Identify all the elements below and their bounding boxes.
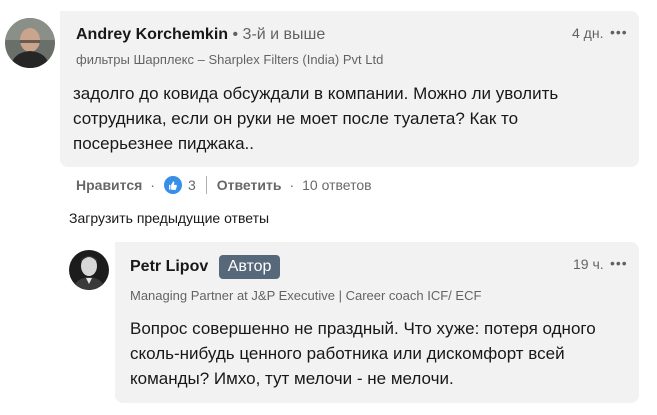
author-name[interactable]: Petr Lipov [130, 258, 208, 275]
replies-count[interactable]: 10 ответов [302, 177, 371, 193]
comment-author-line: Petr Lipov Автор [130, 255, 281, 279]
author-headline: фильтры Шарплекс – Sharplex Filters (Ind… [76, 52, 384, 67]
comment-actions: Нравится · 3 Ответить · 10 ответов [76, 175, 372, 195]
author-name[interactable]: Andrey Korchemkin [76, 26, 228, 43]
connection-degree: • 3-й и выше [232, 26, 326, 43]
comment-bubble-andrey: Andrey Korchemkin • 3-й и выше фильтры Ш… [60, 11, 639, 167]
like-reaction-icon [162, 175, 183, 195]
more-options-icon[interactable]: ••• [610, 24, 628, 40]
more-options-icon[interactable]: ••• [610, 255, 628, 271]
comment-timestamp: 4 дн. [572, 25, 604, 41]
author-badge: Автор [218, 255, 281, 279]
divider [205, 176, 207, 194]
comment-text: задолго до ковида обсуждали в компании. … [73, 84, 559, 153]
comment-timestamp: 19 ч. [573, 256, 604, 272]
author-headline: Managing Partner at J&P Executive | Care… [130, 288, 482, 303]
load-previous-replies-button[interactable]: Загрузить предыдущие ответы [69, 210, 269, 226]
avatar-photo [5, 18, 55, 68]
reply-button[interactable]: Ответить [217, 177, 282, 193]
avatar-photo [69, 250, 109, 290]
comment-text: Вопрос совершенно не праздный. Что хуже:… [130, 319, 596, 388]
comment-author-line: Andrey Korchemkin • 3-й и выше [76, 26, 325, 44]
separator-dot: · [150, 177, 155, 193]
like-button[interactable]: Нравится [76, 177, 142, 193]
comment-bubble-petr: Petr Lipov Автор Managing Partner at J&P… [115, 242, 639, 403]
avatar-petr[interactable] [69, 250, 109, 290]
like-count[interactable]: 3 [188, 177, 196, 193]
separator-dot: · [289, 177, 295, 193]
avatar-andrey[interactable] [5, 18, 55, 68]
